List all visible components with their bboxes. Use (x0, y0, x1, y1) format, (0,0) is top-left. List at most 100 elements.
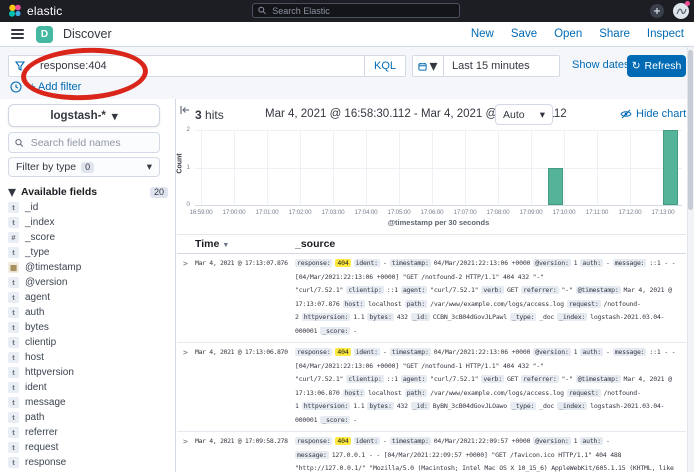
discover-app-icon[interactable]: D (36, 26, 53, 43)
time-column-header[interactable]: Time▼ (195, 238, 295, 250)
doc-timestamp: Mar 4, 2021 @ 17:09:58.278 (195, 435, 295, 472)
hide-chart-button[interactable]: Hide chart (620, 108, 686, 120)
hits-count: 3 hits (195, 108, 224, 122)
inspect-button[interactable]: Inspect (647, 28, 684, 40)
saved-query-clock-icon[interactable] (10, 81, 22, 93)
eye-slash-icon (620, 108, 632, 120)
source-value: 432 (397, 313, 408, 321)
share-button[interactable]: Share (599, 28, 630, 40)
time-range-button[interactable]: Last 15 minutes (444, 55, 560, 77)
field-item-httpversion[interactable]: thttpversion (8, 365, 168, 380)
query-input[interactable]: response:404 (40, 60, 364, 72)
page-title: Discover (63, 27, 112, 41)
field-item-message[interactable]: tmessage (8, 395, 168, 410)
y-tick-label: 2 (176, 126, 190, 133)
chart-vgridline (597, 130, 598, 205)
app-navbar: D Discover New Save Open Share Inspect (0, 22, 694, 47)
scrollbar-thumb[interactable] (688, 50, 693, 210)
field-name: ident (25, 382, 47, 393)
x-axis-label: @timestamp per 30 seconds (195, 218, 682, 227)
date-picker-quick-menu[interactable]: ▾ (412, 55, 444, 77)
field-type-icon: t (8, 367, 19, 378)
source-field-badge: _type: (510, 313, 536, 321)
field-item-auth[interactable]: tauth (8, 305, 168, 320)
field-item-path[interactable]: tpath (8, 410, 168, 425)
field-item-host[interactable]: thost (8, 350, 168, 365)
field-name: message (25, 397, 66, 408)
interval-select[interactable]: Auto ▾ (495, 104, 553, 125)
menu-icon[interactable] (11, 29, 24, 39)
expand-row-icon[interactable]: > (177, 257, 195, 338)
source-field-badge: _score: (320, 416, 350, 424)
source-field-badge: auth: (580, 348, 603, 356)
expand-row-icon[interactable]: > (177, 346, 195, 427)
filter-icon[interactable] (15, 61, 25, 71)
source-field-badge: auth: (580, 259, 603, 267)
refresh-button[interactable]: ↻ Refresh (627, 55, 686, 77)
query-strip: ▾ response:404 KQL ▾ Last 15 minutes Sho… (0, 47, 694, 99)
interval-value: Auto (503, 109, 525, 121)
open-button[interactable]: Open (554, 28, 582, 40)
field-search[interactable] (8, 132, 160, 153)
new-button[interactable]: New (471, 28, 494, 40)
available-fields-label: Available fields (21, 186, 97, 198)
field-item-bytes[interactable]: tbytes (8, 320, 168, 335)
filter-by-type-select[interactable]: Filter by type 0 ▾ (8, 157, 160, 177)
field-name: referrer (25, 427, 58, 438)
field-item-request[interactable]: trequest (8, 440, 168, 455)
save-button[interactable]: Save (511, 28, 537, 40)
histogram-bar-17:09:30[interactable] (548, 168, 563, 206)
field-name: @version (25, 277, 67, 288)
doc-table-header: Time▼ _source (177, 234, 686, 254)
source-value: _doc (539, 402, 554, 410)
chart-vgridline (531, 130, 532, 205)
histogram-bar-17:13:00[interactable] (663, 130, 678, 205)
y-tick-label: 0 (176, 201, 190, 208)
source-column-header[interactable]: _source (295, 238, 686, 250)
field-item-_id[interactable]: t_id (8, 200, 168, 215)
field-item-response[interactable]: tresponse (8, 455, 168, 470)
index-pattern-selector[interactable]: logstash-* ▾ (8, 104, 160, 127)
available-fields-header[interactable]: ▾ Available fields 20 (8, 182, 168, 202)
source-value: 04/Mar/2021:22:13:06 +0000 (434, 348, 531, 356)
field-item-@version[interactable]: t@version (8, 275, 168, 290)
source-field-badge: response: (295, 437, 332, 445)
field-item-ident[interactable]: tident (8, 380, 168, 395)
global-search-input[interactable] (270, 5, 454, 17)
elastic-logo[interactable]: elastic (8, 4, 62, 18)
expand-row-icon[interactable]: > (177, 435, 195, 472)
collapse-fields-icon[interactable] (179, 104, 191, 116)
chart-vgridline (498, 130, 499, 205)
field-name: clientip (25, 337, 56, 348)
deployment-icon[interactable] (650, 4, 664, 18)
field-item-_type[interactable]: t_type (8, 245, 168, 260)
source-field-badge: @timestamp: (576, 375, 621, 383)
field-name: path (25, 412, 44, 423)
field-item-_score[interactable]: #_score (8, 230, 168, 245)
field-name: agent (25, 292, 50, 303)
source-value: - (606, 348, 610, 356)
field-search-input[interactable] (29, 136, 153, 150)
field-item-_index[interactable]: t_index (8, 215, 168, 230)
query-language-button[interactable]: KQL (364, 56, 405, 76)
source-value: GET (507, 286, 518, 294)
field-name: @timestamp (25, 262, 81, 273)
field-name: response (25, 457, 66, 468)
show-dates-link[interactable]: Show dates (572, 59, 629, 71)
chevron-down-icon: ▾ (540, 109, 545, 121)
doc-timestamp: Mar 4, 2021 @ 17:13:07.876 (195, 257, 295, 338)
field-name: auth (25, 307, 44, 318)
field-name: _id (25, 202, 38, 213)
add-filter-button[interactable]: + Add filter (29, 81, 81, 93)
global-search[interactable] (252, 3, 460, 18)
source-field-badge: host: (343, 300, 366, 308)
source-value: "-" (562, 286, 573, 294)
query-bar[interactable]: ▾ response:404 KQL (8, 55, 406, 77)
field-item-agent[interactable]: tagent (8, 290, 168, 305)
chevron-down-icon[interactable]: ▾ (27, 62, 31, 71)
source-value: 1.1 (353, 402, 364, 410)
field-item-clientip[interactable]: tclientip (8, 335, 168, 350)
chart-hgridline (195, 130, 682, 131)
field-item-referrer[interactable]: treferrer (8, 425, 168, 440)
field-item-@timestamp[interactable]: ▦@timestamp (8, 260, 168, 275)
